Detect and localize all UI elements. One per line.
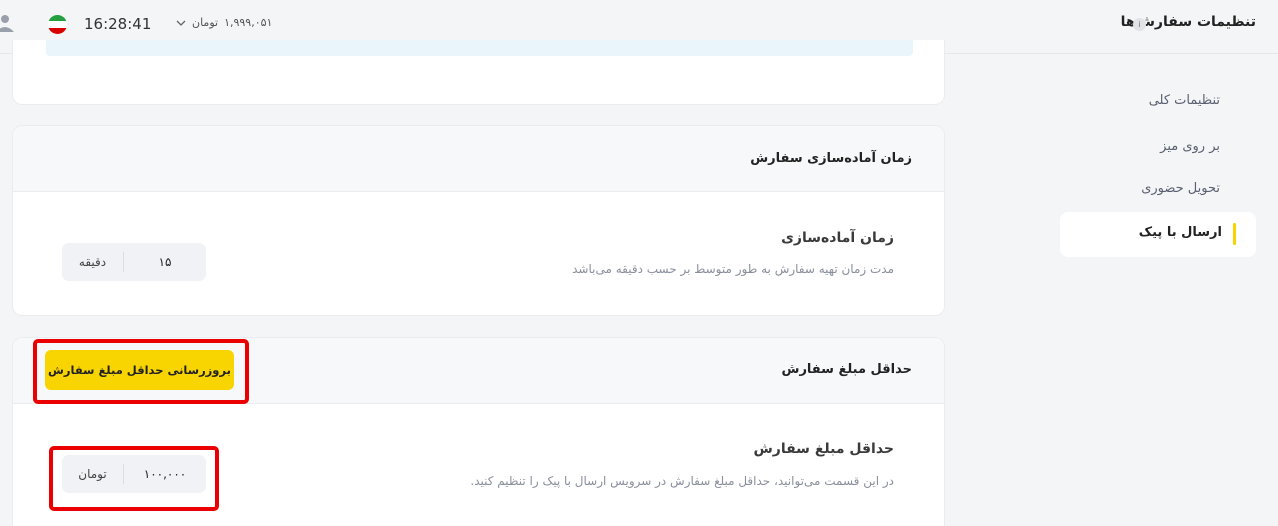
- highlight-box-input: [49, 446, 219, 511]
- setting-title: زمان آماده‌سازی: [781, 230, 894, 246]
- unit-label: دقیقه: [78, 255, 107, 269]
- sidebar-item-pickup[interactable]: تحویل حضوری: [1141, 181, 1220, 196]
- iran-flag-icon: [48, 15, 67, 34]
- setting-description: مدت زمان تهیه سفارش به طور متوسط بر حسب …: [572, 262, 894, 276]
- clock: 16:28:41: [84, 15, 152, 33]
- sidebar-item-label: ارسال با پیک: [1138, 225, 1222, 240]
- highlight-box-button: [33, 339, 249, 404]
- balance-amount: ۱,۹۹۹,۰۵۱: [224, 16, 273, 29]
- sidebar-item-dine-in[interactable]: بر روی میز: [1160, 139, 1220, 154]
- sidebar-item-general[interactable]: تنظیمات کلی: [1149, 93, 1220, 108]
- chevron-down-icon: [176, 20, 186, 26]
- setting-title: حداقل مبلغ سفارش: [753, 441, 894, 457]
- card-title: زمان آماده‌سازی سفارش: [750, 151, 912, 166]
- prep-time-card: زمان آماده‌سازی سفارش زمان آماده‌سازی مد…: [12, 125, 945, 316]
- prep-time-input[interactable]: دقیقه ۱۵: [62, 243, 206, 281]
- prep-time-field[interactable]: ۱۵: [124, 243, 206, 281]
- user-icon[interactable]: [0, 14, 16, 32]
- balance-unit: تومان: [192, 16, 219, 29]
- setting-description: در این قسمت می‌توانید، حداقل مبلغ سفارش …: [470, 474, 894, 488]
- card-header: زمان آماده‌سازی سفارش: [13, 126, 944, 192]
- info-icon[interactable]: i: [1133, 18, 1146, 31]
- card-title: حداقل مبلغ سفارش: [781, 362, 913, 377]
- sidebar-item-courier-delivery[interactable]: ارسال با پیک: [1060, 212, 1256, 257]
- info-alert: [46, 40, 913, 56]
- balance-dropdown[interactable]: تومان ۱,۹۹۹,۰۵۱: [176, 16, 272, 29]
- active-indicator: [1233, 223, 1236, 245]
- previous-settings-card: [12, 40, 945, 105]
